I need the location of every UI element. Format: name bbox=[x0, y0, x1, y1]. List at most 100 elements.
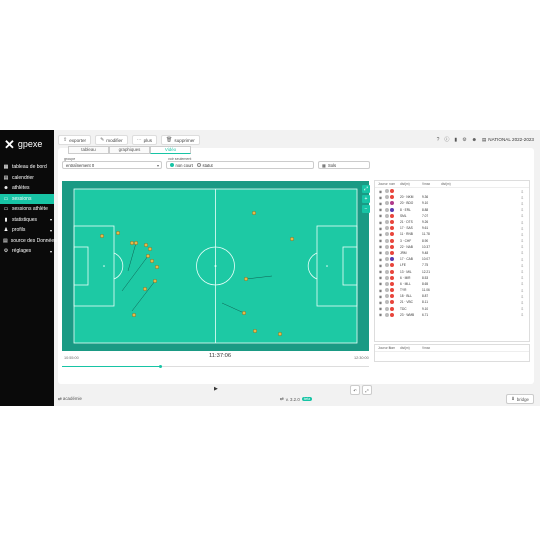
eye-icon[interactable]: ◉ bbox=[378, 189, 383, 194]
gear-icon[interactable]: ⚙ bbox=[462, 137, 466, 143]
toolbar-button-1[interactable]: ✎ modifier bbox=[95, 135, 128, 145]
player-marker[interactable] bbox=[155, 265, 159, 269]
player-marker[interactable] bbox=[244, 277, 248, 281]
column-header[interactable]: dist(m) bbox=[400, 346, 410, 350]
download-icon[interactable]: ⇩ bbox=[521, 281, 524, 286]
eye-icon[interactable]: ◉ bbox=[378, 306, 383, 311]
fullscreen-icon[interactable]: ⤢ bbox=[362, 185, 370, 193]
download-icon[interactable]: ⇩ bbox=[521, 189, 524, 194]
eye-icon[interactable]: ◉ bbox=[378, 201, 383, 206]
column-header[interactable]: Vmax bbox=[422, 346, 430, 350]
download-icon[interactable]: ⇩ bbox=[521, 312, 524, 317]
eye-icon[interactable]: ◉ bbox=[378, 312, 383, 317]
sidebar-item-4[interactable]: ▭ sessions athlète bbox=[0, 204, 54, 215]
download-icon[interactable]: ⇩ bbox=[521, 238, 524, 243]
eye-icon[interactable]: ◉ bbox=[378, 207, 383, 212]
eye-icon[interactable]: ◉ bbox=[378, 195, 383, 200]
season-selector[interactable]: ▤ NATIONAL 2022-2023 bbox=[482, 137, 534, 143]
column-header[interactable]: Vmax bbox=[422, 182, 430, 186]
player-marker[interactable] bbox=[290, 237, 294, 241]
player-marker[interactable] bbox=[116, 231, 120, 235]
download-icon[interactable]: ⇩ bbox=[521, 244, 524, 249]
download-icon[interactable]: ⇩ bbox=[521, 294, 524, 299]
bridge-button[interactable]: ⬇ bridge bbox=[506, 394, 534, 404]
player-marker[interactable] bbox=[153, 279, 157, 283]
timeline-slider[interactable] bbox=[62, 365, 369, 368]
player-marker[interactable] bbox=[130, 241, 134, 245]
help-icon[interactable]: ? bbox=[437, 137, 440, 143]
download-icon[interactable]: ⇩ bbox=[521, 195, 524, 200]
eye-icon[interactable]: ◉ bbox=[378, 257, 383, 262]
column-header[interactable]: Joueur bbox=[378, 182, 388, 186]
eye-icon[interactable]: ◉ bbox=[378, 263, 383, 268]
radio-statut[interactable]: statut bbox=[196, 163, 213, 168]
column-header[interactable]: dist(m) bbox=[441, 182, 451, 186]
column-header[interactable]: dist(m) bbox=[400, 182, 410, 186]
column-header[interactable]: nom bbox=[389, 346, 395, 350]
download-icon[interactable]: ⇩ bbox=[521, 250, 524, 255]
column-header[interactable]: nom bbox=[389, 182, 395, 186]
download-icon[interactable]: ⇩ bbox=[521, 257, 524, 262]
eye-icon[interactable]: ◉ bbox=[378, 269, 383, 274]
eye-icon[interactable]: ◉ bbox=[378, 288, 383, 293]
timeline-handle[interactable] bbox=[158, 365, 162, 368]
pitch-view[interactable] bbox=[62, 181, 369, 351]
eye-icon[interactable]: ◉ bbox=[378, 250, 383, 255]
pitch-svg[interactable] bbox=[62, 181, 369, 351]
player-marker[interactable] bbox=[148, 247, 152, 251]
sidebar-item-0[interactable]: ▦ tableau de bord bbox=[0, 162, 54, 173]
player-marker[interactable] bbox=[278, 332, 282, 336]
tab-0[interactable]: tableau bbox=[68, 146, 109, 154]
player-marker[interactable] bbox=[253, 329, 257, 333]
sidebar-item-8[interactable]: ⚙ réglages ▾ bbox=[0, 246, 54, 257]
download-icon[interactable]: ⇩ bbox=[521, 306, 524, 311]
download-icon[interactable]: ⇩ bbox=[521, 201, 524, 206]
info-icon[interactable]: ⓘ bbox=[444, 136, 449, 143]
player-marker[interactable] bbox=[144, 243, 148, 247]
player-marker[interactable] bbox=[100, 234, 104, 238]
eye-icon[interactable]: ◉ bbox=[378, 232, 383, 237]
download-icon[interactable]: ⇩ bbox=[521, 269, 524, 274]
radio-non-court[interactable]: non court bbox=[170, 163, 193, 168]
eye-icon[interactable]: ◉ bbox=[378, 275, 383, 280]
display-select[interactable]: ▦ Sols bbox=[318, 161, 370, 169]
download-icon[interactable]: ⇩ bbox=[521, 226, 524, 231]
sidebar-item-3[interactable]: ▭ sessions bbox=[0, 193, 54, 204]
download-icon[interactable]: ⇩ bbox=[521, 220, 524, 225]
player-marker[interactable] bbox=[132, 313, 136, 317]
zoom-out-icon[interactable]: − bbox=[362, 205, 370, 213]
user-icon[interactable]: ☻ bbox=[472, 137, 477, 143]
eye-icon[interactable]: ◉ bbox=[378, 281, 383, 286]
list-item[interactable]: ◉ 23 · WMB 6.71 ⇩ bbox=[375, 312, 529, 318]
download-icon[interactable]: ⇩ bbox=[521, 288, 524, 293]
sidebar-item-5[interactable]: ▮ statistiques ▾ bbox=[0, 215, 54, 226]
download-icon[interactable]: ⇩ bbox=[521, 300, 524, 305]
eye-icon[interactable]: ◉ bbox=[378, 220, 383, 225]
toolbar-button-0[interactable]: ⇪ exporter bbox=[58, 135, 92, 145]
academy-link[interactable]: ⇄ académie bbox=[58, 396, 82, 402]
player-marker[interactable] bbox=[150, 259, 154, 263]
download-icon[interactable]: ⇩ bbox=[521, 213, 524, 218]
download-icon[interactable]: ⇩ bbox=[521, 207, 524, 212]
player-marker[interactable] bbox=[252, 211, 256, 215]
tab-2[interactable]: Vidéo bbox=[150, 146, 191, 154]
download-icon[interactable]: ⇩ bbox=[521, 263, 524, 268]
zoom-in-icon[interactable]: + bbox=[362, 195, 370, 203]
player-marker[interactable] bbox=[143, 287, 147, 291]
download-icon[interactable]: ⇩ bbox=[521, 275, 524, 280]
player-marker[interactable] bbox=[134, 241, 138, 245]
toolbar-button-3[interactable]: 🗑 supprimer bbox=[161, 135, 200, 145]
eye-icon[interactable]: ◉ bbox=[378, 213, 383, 218]
brand-logo[interactable]: ✕ gpexe bbox=[4, 136, 42, 152]
eye-icon[interactable]: ◉ bbox=[378, 244, 383, 249]
tab-1[interactable]: graphiques bbox=[109, 146, 150, 154]
chart-icon[interactable]: ▮ bbox=[454, 137, 457, 143]
player-marker[interactable] bbox=[242, 311, 246, 315]
sidebar-item-2[interactable]: ☻ athlètes bbox=[0, 183, 54, 194]
eye-icon[interactable]: ◉ bbox=[378, 294, 383, 299]
eye-icon[interactable]: ◉ bbox=[378, 238, 383, 243]
eye-icon[interactable]: ◉ bbox=[378, 300, 383, 305]
eye-icon[interactable]: ◉ bbox=[378, 226, 383, 231]
sidebar-item-1[interactable]: ▤ calendrier bbox=[0, 173, 54, 184]
sidebar-item-6[interactable]: ♟ profils ▾ bbox=[0, 225, 54, 236]
